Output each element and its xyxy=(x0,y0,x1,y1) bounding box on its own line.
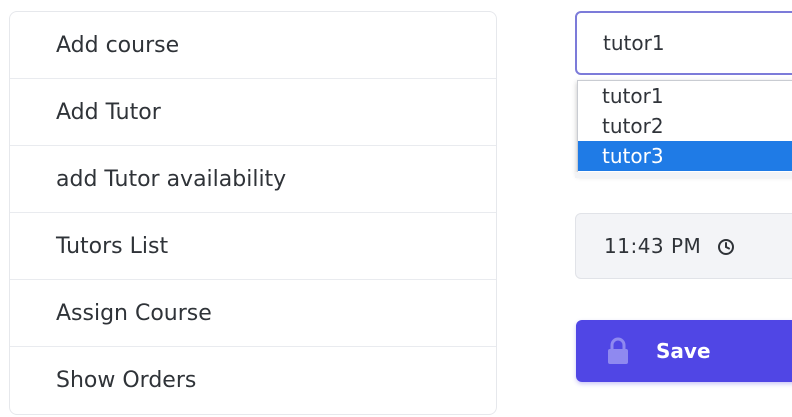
hidden-field-edge xyxy=(575,172,792,178)
clock-icon[interactable] xyxy=(717,237,735,255)
time-input[interactable]: 11:43 PM xyxy=(575,213,792,279)
menu-item-add-tutor-availability[interactable]: add Tutor availability xyxy=(10,146,496,213)
time-value: 11:43 PM xyxy=(604,234,702,258)
lock-icon xyxy=(606,337,630,365)
save-button-label: Save xyxy=(656,339,711,363)
tutor-option-highlighted[interactable]: tutor3 xyxy=(578,141,792,171)
menu-item-tutors-list[interactable]: Tutors List xyxy=(10,213,496,280)
menu-item-assign-course[interactable]: Assign Course xyxy=(10,280,496,347)
menu-item-show-orders[interactable]: Show Orders xyxy=(10,347,496,414)
menu-item-add-course[interactable]: Add course xyxy=(10,12,496,79)
admin-menu: Add course Add Tutor add Tutor availabil… xyxy=(9,11,497,415)
tutor-select-value: tutor1 xyxy=(603,31,665,55)
tutor-option[interactable]: tutor1 xyxy=(578,81,792,111)
save-button[interactable]: Save xyxy=(576,320,792,382)
tutor-option[interactable]: tutor2 xyxy=(578,111,792,141)
menu-item-add-tutor[interactable]: Add Tutor xyxy=(10,79,496,146)
tutor-dropdown-list: tutor1 tutor2 tutor3 xyxy=(577,80,792,174)
tutor-select[interactable]: tutor1 xyxy=(575,11,792,75)
